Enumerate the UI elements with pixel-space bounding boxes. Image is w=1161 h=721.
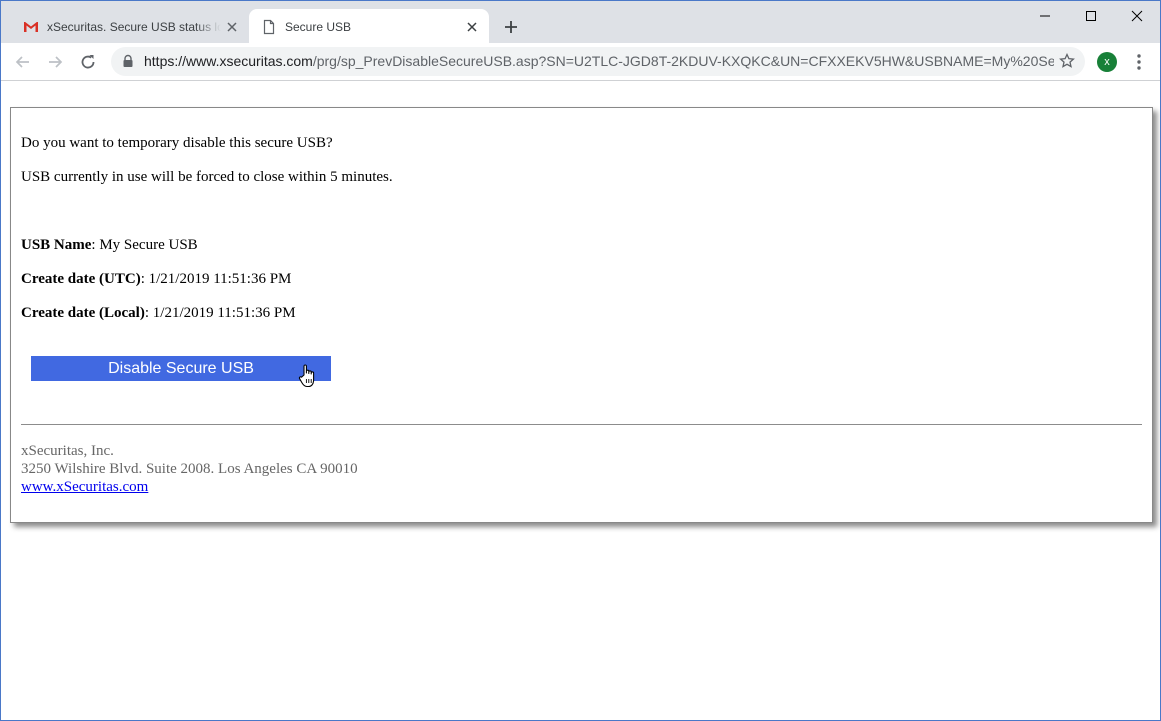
address-bar[interactable]: https://www.xsecuritas.com/prg/sp_PrevDi…	[111, 47, 1085, 76]
url-host: https://www.xsecuritas.com	[144, 53, 313, 69]
close-window-button[interactable]	[1114, 1, 1160, 31]
company-name: xSecuritas, Inc.	[21, 443, 114, 459]
field-label: USB Name	[21, 237, 92, 253]
tab-secure-usb[interactable]: Secure USB	[249, 9, 489, 43]
minimize-button[interactable]	[1022, 1, 1068, 31]
field-value: : My Secure USB	[91, 237, 198, 253]
gmail-icon	[23, 19, 39, 35]
divider	[21, 424, 1142, 425]
create-date-utc-row: Create date (UTC): 1/21/2019 11:51:36 PM	[21, 270, 291, 288]
back-arrow-icon[interactable]	[13, 52, 33, 72]
page-icon	[261, 19, 277, 35]
disable-usb-panel: Do you want to temporary disable this se…	[10, 107, 1153, 523]
field-label: Create date (UTC)	[21, 271, 141, 287]
company-website-link[interactable]: www.xSecuritas.com	[21, 479, 148, 495]
tab-title: xSecuritas. Secure USB status log	[47, 20, 221, 34]
usb-name-row: USB Name: My Secure USB	[21, 236, 198, 254]
tab-title: Secure USB	[285, 20, 352, 34]
maximize-button[interactable]	[1068, 1, 1114, 31]
tab-strip: xSecuritas. Secure USB status log Secure…	[1, 1, 1160, 43]
forward-arrow-icon[interactable]	[45, 52, 65, 72]
company-address: 3250 Wilshire Blvd. Suite 2008. Los Ange…	[21, 461, 358, 477]
url-path: /prg/sp_PrevDisableSecureUSB.asp?SN=U2TL…	[312, 53, 1054, 69]
field-value: : 1/21/2019 11:51:36 PM	[144, 305, 296, 321]
confirmation-question: Do you want to temporary disable this se…	[21, 135, 333, 151]
new-tab-icon[interactable]	[501, 17, 521, 37]
footer: xSecuritas, Inc. 3250 Wilshire Blvd. Sui…	[21, 442, 358, 496]
minimize-icon	[1040, 15, 1050, 17]
browser-window: xSecuritas. Secure USB status log Secure…	[0, 0, 1161, 721]
browser-toolbar: https://www.xsecuritas.com/prg/sp_PrevDi…	[1, 43, 1160, 81]
lock-icon[interactable]	[121, 54, 135, 68]
page-content: Do you want to temporary disable this se…	[1, 82, 1160, 720]
close-icon	[1131, 10, 1143, 22]
disable-secure-usb-button[interactable]: Disable Secure USB	[31, 356, 331, 381]
close-tab-icon[interactable]	[465, 20, 479, 34]
field-value: : 1/21/2019 11:51:36 PM	[140, 271, 292, 287]
close-tab-icon[interactable]	[225, 20, 239, 34]
reload-icon[interactable]	[78, 52, 98, 72]
url-text[interactable]: https://www.xsecuritas.com/prg/sp_PrevDi…	[144, 53, 1054, 70]
tab-secure-usb-status-log[interactable]: xSecuritas. Secure USB status log	[11, 9, 249, 43]
bookmark-star-icon[interactable]	[1059, 52, 1075, 69]
field-label: Create date (Local)	[21, 305, 145, 321]
maximize-icon	[1086, 11, 1096, 21]
warning-text: USB currently in use will be forced to c…	[21, 169, 393, 185]
profile-avatar[interactable]: x	[1097, 52, 1117, 72]
create-date-local-row: Create date (Local): 1/21/2019 11:51:36 …	[21, 304, 296, 322]
more-menu-icon[interactable]	[1131, 53, 1147, 71]
